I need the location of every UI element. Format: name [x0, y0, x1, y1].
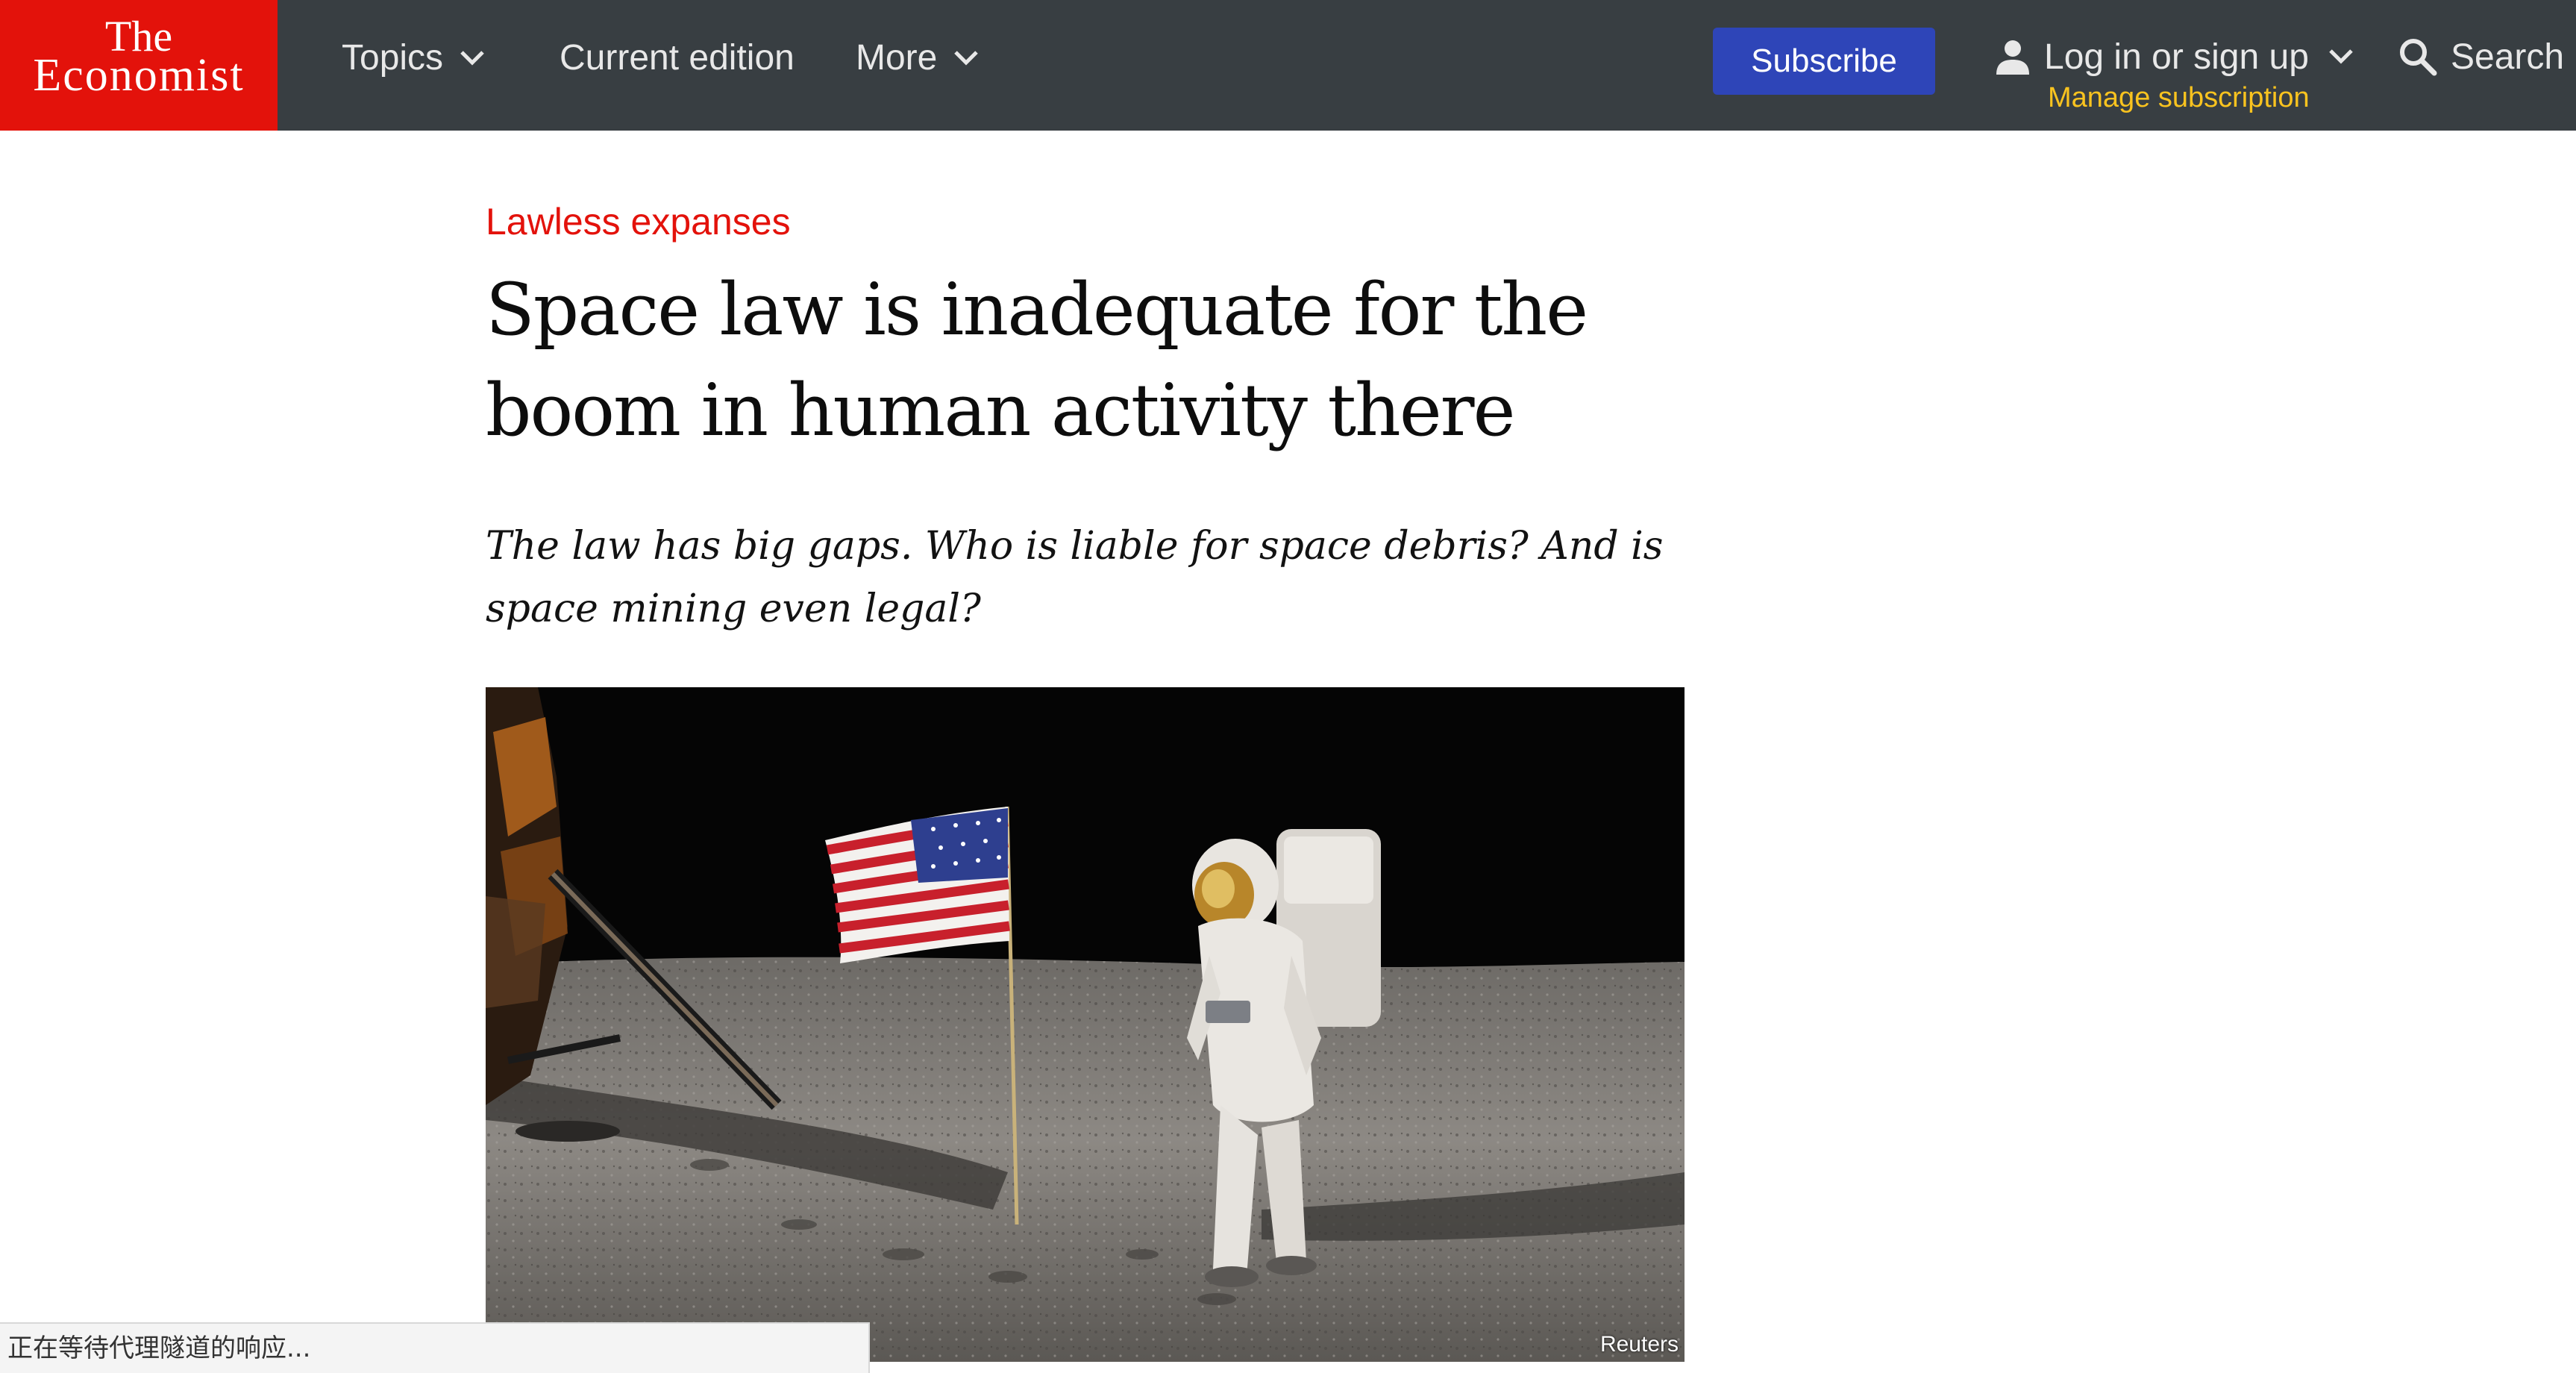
- nav-topics[interactable]: Topics: [342, 33, 485, 84]
- article-rubric[interactable]: Lawless expanses: [486, 200, 791, 243]
- nav-more-label: More: [856, 38, 938, 78]
- nav-topics-label: Topics: [342, 38, 444, 78]
- economist-logo[interactable]: The Economist: [0, 0, 278, 131]
- moon-landing-photo: [486, 687, 1685, 1362]
- subscribe-button[interactable]: Subscribe: [1713, 28, 1935, 95]
- chevron-down-icon: [2329, 49, 2353, 64]
- manage-subscription-link[interactable]: Manage subscription: [2048, 82, 2310, 114]
- login-label: Log in or sign up: [2044, 37, 2309, 77]
- image-credit: Reuters: [1599, 1332, 1679, 1357]
- logo-line-2: Economist: [33, 50, 245, 101]
- top-navigation-bar: The Economist Topics Current edition Mor…: [0, 0, 2576, 131]
- chevron-down-icon: [954, 51, 979, 66]
- login-button[interactable]: Log in or sign up: [1993, 30, 2354, 84]
- nav-current-edition-label: Current edition: [560, 38, 795, 78]
- browser-status-bar: 正在等待代理隧道的响应...: [0, 1322, 870, 1373]
- chevron-down-icon: [460, 51, 484, 66]
- nav-current-edition[interactable]: Current edition: [560, 33, 795, 84]
- nav-more[interactable]: More: [856, 33, 979, 84]
- article-standfirst: The law has big gaps. Who is liable for …: [486, 524, 1664, 631]
- search-icon: [2400, 39, 2437, 76]
- search-button[interactable]: Search: [2398, 30, 2564, 84]
- article-hero-image: Reuters: [486, 687, 1685, 1362]
- article-headline: Space law is inadequate for the boom in …: [486, 268, 1588, 452]
- search-label: Search: [2451, 37, 2565, 77]
- user-icon: [1996, 40, 2029, 75]
